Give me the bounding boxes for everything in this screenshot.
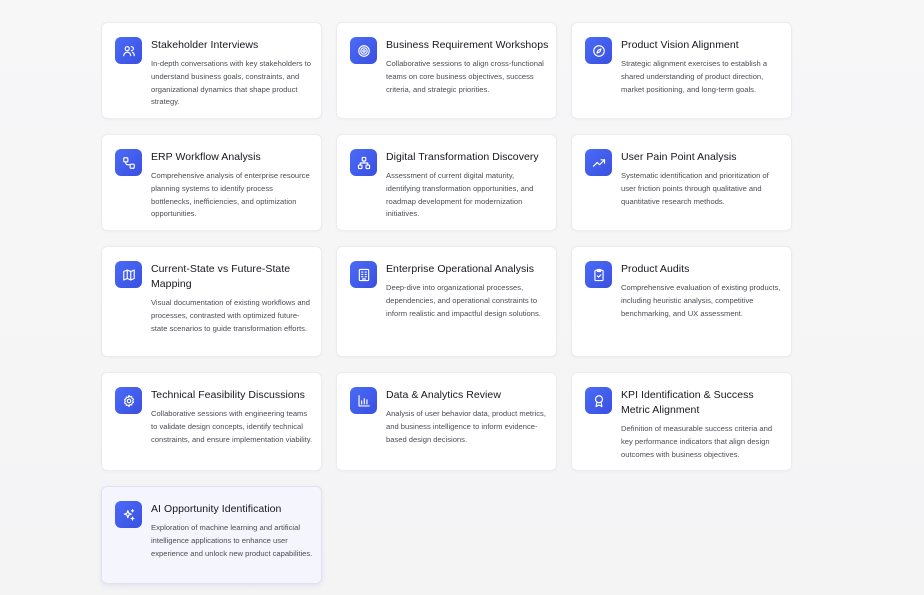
card-title: Current-State vs Future-State Mapping	[151, 263, 291, 290]
network-icon	[350, 149, 377, 176]
card-title: KPI Identification & Success Metric Alig…	[621, 389, 754, 416]
map-icon	[115, 261, 142, 288]
card-description: Collaborative sessions with engineering …	[151, 409, 313, 444]
card-title: Product Vision Alignment	[621, 39, 739, 51]
card-description: Strategic alignment exercises to establi…	[621, 59, 768, 94]
card-title: User Pain Point Analysis	[621, 151, 737, 163]
card-title: Enterprise Operational Analysis	[386, 263, 535, 275]
card-user-pain-point-analysis[interactable]: User Pain Point Analysis Systematic iden…	[571, 134, 792, 231]
workflow-icon	[115, 149, 142, 176]
card-description: Collaborative sessions to align cross-fu…	[386, 59, 544, 94]
services-grid: Stakeholder Interviews In-depth conversa…	[0, 0, 924, 595]
card-kpi-identification[interactable]: KPI Identification & Success Metric Alig…	[571, 372, 792, 471]
card-erp-workflow-analysis[interactable]: ERP Workflow Analysis Comprehensive anal…	[101, 134, 322, 231]
compass-icon	[585, 37, 612, 64]
card-description: Exploration of machine learning and arti…	[151, 523, 313, 558]
card-description: Comprehensive analysis of enterprise res…	[151, 171, 310, 219]
gear-icon	[115, 387, 142, 414]
card-title: Digital Transformation Discovery	[386, 151, 539, 163]
card-description: Systematic identification and prioritiza…	[621, 171, 769, 206]
award-icon	[585, 387, 612, 414]
sparkles-icon	[115, 501, 142, 528]
trending-up-icon	[585, 149, 612, 176]
card-business-requirement-workshops[interactable]: Business Requirement Workshops Collabora…	[336, 22, 557, 119]
card-technical-feasibility-discussions[interactable]: Technical Feasibility Discussions Collab…	[101, 372, 322, 471]
card-description: Analysis of user behavior data, product …	[386, 409, 546, 444]
card-title: Technical Feasibility Discussions	[151, 389, 305, 401]
card-ai-opportunity-identification[interactable]: AI Opportunity Identification Exploratio…	[101, 486, 322, 584]
clipboard-check-icon	[585, 261, 612, 288]
card-description: Definition of measurable success criteri…	[621, 424, 773, 459]
building-icon	[350, 261, 377, 288]
card-product-vision-alignment[interactable]: Product Vision Alignment Strategic align…	[571, 22, 792, 119]
card-title: ERP Workflow Analysis	[151, 151, 261, 163]
card-current-vs-future-state-mapping[interactable]: Current-State vs Future-State Mapping Vi…	[101, 246, 322, 357]
card-description: In-depth conversations with key stakehol…	[151, 59, 311, 107]
card-digital-transformation-discovery[interactable]: Digital Transformation Discovery Assessm…	[336, 134, 557, 231]
card-description: Visual documentation of existing workflo…	[151, 298, 310, 333]
target-icon	[350, 37, 377, 64]
card-title: Product Audits	[621, 263, 690, 275]
card-title: Data & Analytics Review	[386, 389, 501, 401]
card-title: AI Opportunity Identification	[151, 503, 282, 515]
card-description: Comprehensive evaluation of existing pro…	[621, 283, 781, 318]
card-description: Deep-dive into organizational processes,…	[386, 283, 541, 318]
card-product-audits[interactable]: Product Audits Comprehensive evaluation …	[571, 246, 792, 357]
card-data-analytics-review[interactable]: Data & Analytics Review Analysis of user…	[336, 372, 557, 471]
card-title: Business Requirement Workshops	[386, 39, 549, 51]
card-description: Assessment of current digital maturity, …	[386, 171, 534, 219]
card-stakeholder-interviews[interactable]: Stakeholder Interviews In-depth conversa…	[101, 22, 322, 119]
card-title: Stakeholder Interviews	[151, 39, 259, 51]
bar-chart-icon	[350, 387, 377, 414]
users-icon	[115, 37, 142, 64]
card-enterprise-operational-analysis[interactable]: Enterprise Operational Analysis Deep-div…	[336, 246, 557, 357]
